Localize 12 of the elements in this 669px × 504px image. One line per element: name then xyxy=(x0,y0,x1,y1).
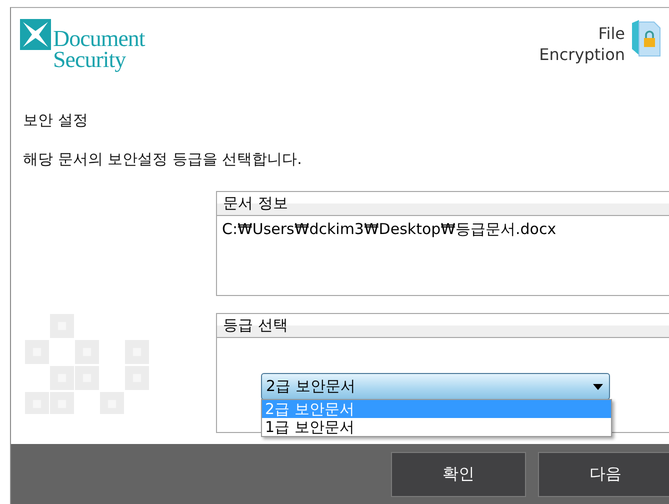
logo-icon xyxy=(20,19,51,50)
next-button[interactable]: 다음 xyxy=(538,452,669,497)
product-name: File Encryption xyxy=(539,23,625,65)
grade-dropdown[interactable]: 2급 보안문서 xyxy=(261,373,610,400)
logo-text: Document Security xyxy=(53,25,145,74)
file-path: C:₩Users₩dckim3₩Desktop₩등급문서.docx xyxy=(221,219,558,240)
section-title: 보안 설정 xyxy=(23,111,89,130)
description-text: 해당 문서의 보안설정 등급을 선택합니다. xyxy=(23,150,303,169)
dropdown-option[interactable]: 1급 보안문서 xyxy=(262,418,611,436)
locked-file-icon xyxy=(631,19,661,57)
caret-icon xyxy=(593,384,603,390)
confirm-button[interactable]: 확인 xyxy=(391,452,526,497)
